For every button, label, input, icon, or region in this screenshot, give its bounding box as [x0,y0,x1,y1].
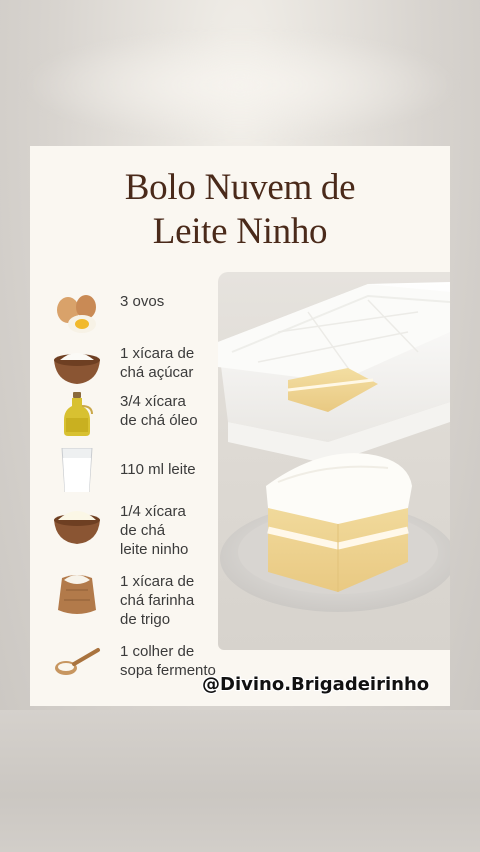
background-haze-bottom [0,710,480,852]
ingredient-milk: 110 ml leite [52,448,248,498]
powdered-milk-bowl-icon [54,511,100,544]
ingredient-sugar-text: 1 xícara de chá açúcar [120,345,195,381]
cake-photo [218,272,450,650]
ingredient-oil: 3/4 xícara de chá óleo [52,392,248,442]
ingredient-sugar: 1 xícara de chá açúcar [52,344,248,394]
recipe-card: Bolo Nuvem de Leite Ninho 3 ovos 1 xícar… [30,146,450,706]
ingredient-flour-text: 1 xícara de chá farinha de trigo [120,573,195,628]
oil-bottle-icon [64,392,93,436]
ingredient-oil-text: 3/4 xícara de chá óleo [120,393,198,429]
ingredient-list: 3 ovos 1 xícara de chá açúcar 3/4 xícara… [30,146,240,706]
background-haze-top [20,30,460,140]
milk-glass-icon [61,448,93,492]
ingredient-flour: 1 xícara de chá farinha de trigo [52,572,248,628]
ingredient-eggs: 3 ovos [52,292,248,342]
eggs-icon [57,295,96,333]
flour-sack-icon [58,575,96,614]
ingredient-milk-text: 110 ml leite [120,461,196,478]
spoon-icon [55,648,100,675]
ingredient-powdered-milk: 1/4 xícara de chá leite ninho [52,502,248,558]
author-handle: @Divino.Brigadeirinho [202,674,430,695]
ingredient-eggs-text: 3 ovos [120,293,165,310]
ingredient-powdered-milk-text: 1/4 xícara de chá leite ninho [120,503,189,558]
sugar-bowl-icon [54,353,100,384]
